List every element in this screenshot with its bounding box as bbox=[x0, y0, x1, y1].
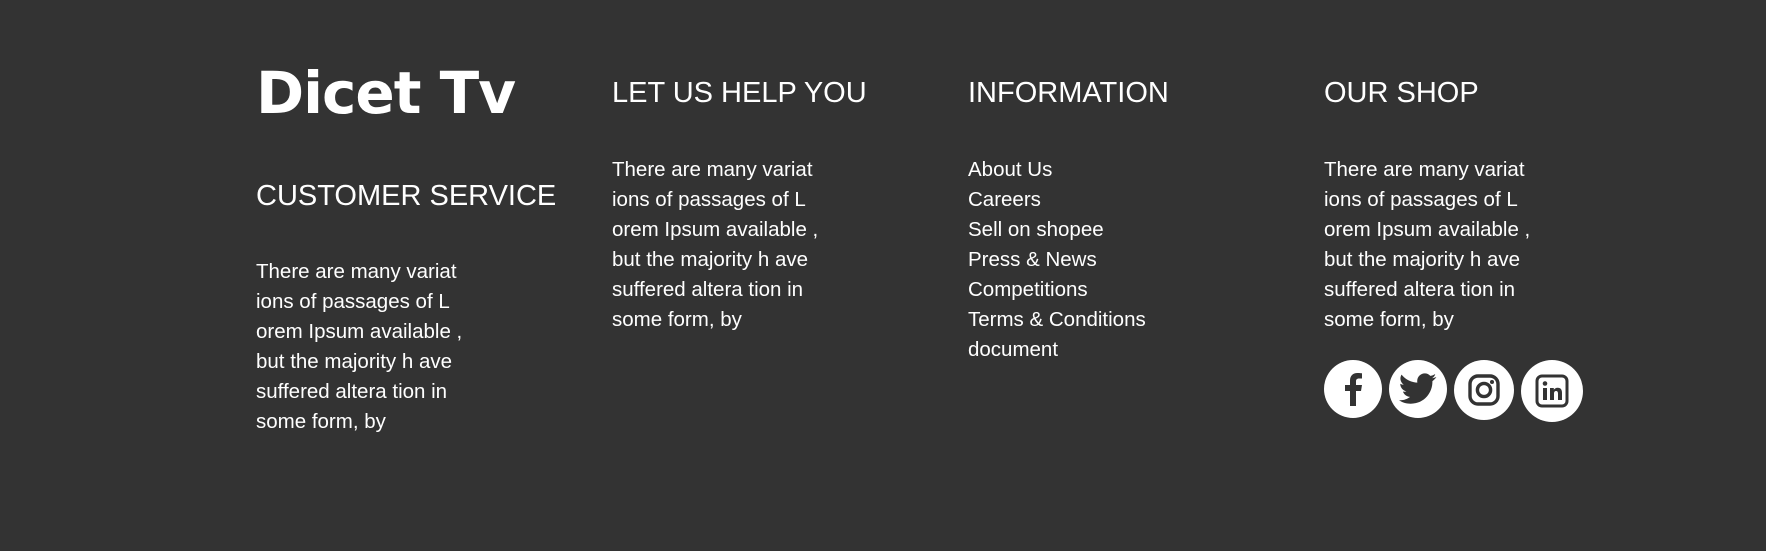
shop-text: There are many variat ions of passages o… bbox=[1324, 155, 1530, 335]
link-competitions[interactable]: Competitions bbox=[968, 275, 1146, 305]
text-line: There are many variat bbox=[1324, 158, 1525, 181]
text-line: ions of passages of L bbox=[612, 188, 806, 211]
text-line: ions of passages of L bbox=[1324, 188, 1518, 211]
text-line: some form, by bbox=[1324, 308, 1454, 331]
logo[interactable]: Dicet Tv bbox=[256, 64, 516, 122]
customer-service-text: There are many variat ions of passages o… bbox=[256, 257, 462, 437]
text-line: suffered altera tion in bbox=[612, 278, 804, 301]
linkedin-icon[interactable] bbox=[1521, 360, 1583, 422]
twitter-icon[interactable] bbox=[1389, 360, 1447, 418]
text-line: some form, by bbox=[256, 410, 386, 433]
shop-heading: OUR SHOP bbox=[1324, 77, 1479, 109]
text-line: There are many variat bbox=[256, 260, 457, 283]
customer-service-heading: CUSTOMER SERVICE bbox=[256, 180, 557, 212]
facebook-icon[interactable] bbox=[1324, 360, 1382, 418]
text-line: but the majority h ave bbox=[256, 350, 452, 373]
information-links: About Us Careers Sell on shopee Press & … bbox=[968, 155, 1146, 365]
text-line: orem Ipsum available , bbox=[612, 218, 819, 241]
text-line: some form, by bbox=[612, 308, 742, 331]
text-line: but the majority h ave bbox=[612, 248, 808, 271]
link-terms-conditions[interactable]: Terms & Conditions bbox=[968, 305, 1146, 335]
text-line: suffered altera tion in bbox=[256, 380, 448, 403]
text-line: There are many variat bbox=[612, 158, 813, 181]
social-links bbox=[1324, 360, 1583, 422]
information-heading: INFORMATION bbox=[968, 77, 1169, 109]
text-line: ions of passages of L bbox=[256, 290, 450, 313]
link-careers[interactable]: Careers bbox=[968, 185, 1146, 215]
help-text: There are many variat ions of passages o… bbox=[612, 155, 818, 335]
text-line: but the majority h ave bbox=[1324, 248, 1520, 271]
text-line: orem Ipsum available , bbox=[256, 320, 463, 343]
instagram-icon[interactable] bbox=[1454, 360, 1514, 420]
link-sell-on-shopee[interactable]: Sell on shopee bbox=[968, 215, 1146, 245]
link-document[interactable]: document bbox=[968, 335, 1146, 365]
text-line: orem Ipsum available , bbox=[1324, 218, 1531, 241]
link-press-news[interactable]: Press & News bbox=[968, 245, 1146, 275]
text-line: suffered altera tion in bbox=[1324, 278, 1516, 301]
link-about-us[interactable]: About Us bbox=[968, 155, 1146, 185]
help-heading: LET US HELP YOU bbox=[612, 77, 867, 109]
